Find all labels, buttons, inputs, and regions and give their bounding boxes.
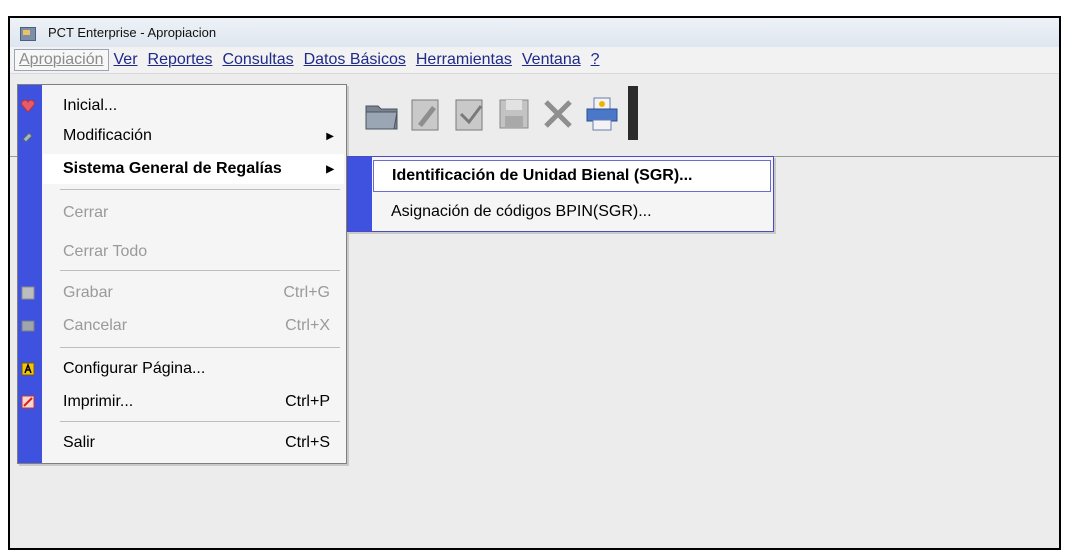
menu-datos-basicos[interactable]: Datos Básicos bbox=[299, 49, 411, 71]
check-document-icon[interactable] bbox=[450, 94, 490, 134]
regalias-submenu: Identificación de Unidad Bienal (SGR)...… bbox=[347, 156, 774, 232]
submenu-arrow-icon: ▶ bbox=[326, 163, 334, 175]
shortcut-label: Ctrl+X bbox=[285, 317, 330, 334]
menu-herramientas[interactable]: Herramientas bbox=[411, 49, 517, 71]
menu-item-salir[interactable]: Salir Ctrl+S bbox=[43, 428, 344, 458]
menu-item-grabar[interactable]: Grabar Ctrl+G bbox=[21, 278, 344, 308]
menu-bar: Apropiación Ver Reportes Consultas Datos… bbox=[10, 47, 1059, 74]
menu-separator bbox=[60, 421, 340, 422]
delete-x-icon[interactable] bbox=[538, 94, 578, 134]
menu-apropiacion[interactable]: Apropiación bbox=[14, 49, 109, 71]
menu-accent-strip bbox=[348, 157, 372, 231]
apropiacion-dropdown: Inicial... Modificación ▶ Sistema Genera… bbox=[17, 84, 347, 464]
menu-item-label: Cerrar Todo bbox=[63, 243, 148, 260]
menu-item-label: Salir bbox=[63, 434, 96, 451]
menu-item-label: Grabar bbox=[63, 284, 113, 301]
menu-ver[interactable]: Ver bbox=[109, 49, 143, 71]
menu-item-cancelar[interactable]: Cancelar Ctrl+X bbox=[21, 311, 344, 341]
menu-separator bbox=[60, 189, 340, 190]
open-folder-icon[interactable] bbox=[362, 94, 402, 134]
menu-item-label: Imprimir... bbox=[63, 393, 134, 410]
shortcut-label: Ctrl+S bbox=[285, 434, 330, 451]
page-setup-icon bbox=[21, 362, 35, 376]
edit-document-icon[interactable] bbox=[406, 94, 446, 134]
submenu-item-asignacion-codigos-bpin[interactable]: Asignación de códigos BPIN(SGR)... bbox=[373, 196, 771, 228]
shortcut-label: Ctrl+G bbox=[283, 284, 330, 301]
menu-item-label: Sistema General de Regalías bbox=[63, 160, 282, 177]
app-icon bbox=[20, 26, 36, 41]
save-disk-icon[interactable] bbox=[494, 94, 534, 134]
menu-consultas[interactable]: Consultas bbox=[217, 49, 298, 71]
save-icon bbox=[21, 286, 35, 300]
submenu-item-label: Asignación de códigos BPIN(SGR)... bbox=[391, 203, 652, 220]
menu-item-cerrar-todo[interactable]: Cerrar Todo bbox=[43, 237, 344, 267]
toolbar-separator bbox=[628, 86, 638, 140]
menu-item-cerrar[interactable]: Cerrar bbox=[43, 198, 344, 228]
menu-item-label: Modificación bbox=[63, 127, 152, 144]
modify-icon bbox=[22, 132, 33, 143]
submenu-arrow-icon: ▶ bbox=[326, 130, 334, 142]
menu-separator bbox=[60, 270, 340, 271]
menu-item-inicial[interactable]: Inicial... bbox=[21, 91, 344, 121]
menu-item-label: Cerrar bbox=[63, 204, 109, 221]
cancel-icon bbox=[21, 320, 35, 332]
menu-item-label: Inicial... bbox=[63, 97, 118, 114]
menu-item-label: Cancelar bbox=[63, 317, 128, 334]
heart-icon bbox=[21, 99, 35, 113]
title-bar: PCT Enterprise - Apropiacion bbox=[10, 18, 1059, 47]
menu-help[interactable]: ? bbox=[586, 49, 605, 71]
submenu-item-identificacion-unidad-bienal[interactable]: Identificación de Unidad Bienal (SGR)... bbox=[373, 160, 771, 192]
printer-icon[interactable] bbox=[582, 94, 622, 134]
menu-reportes[interactable]: Reportes bbox=[143, 49, 218, 71]
window-title: PCT Enterprise - Apropiacion bbox=[48, 25, 217, 40]
shortcut-label: Ctrl+P bbox=[285, 393, 330, 410]
menu-separator bbox=[60, 347, 340, 348]
menu-ventana[interactable]: Ventana bbox=[517, 49, 586, 71]
menu-item-sistema-general-regalias[interactable]: Sistema General de Regalías ▶ bbox=[43, 154, 344, 184]
menu-item-modificacion[interactable]: Modificación ▶ bbox=[22, 121, 344, 151]
print-icon bbox=[21, 395, 35, 409]
submenu-item-label: Identificación de Unidad Bienal (SGR)... bbox=[392, 167, 693, 184]
menu-item-label: Configurar Página... bbox=[63, 360, 206, 377]
menu-item-configurar-pagina[interactable]: Configurar Página... bbox=[21, 354, 344, 384]
menu-item-imprimir[interactable]: Imprimir... Ctrl+P bbox=[21, 387, 344, 417]
